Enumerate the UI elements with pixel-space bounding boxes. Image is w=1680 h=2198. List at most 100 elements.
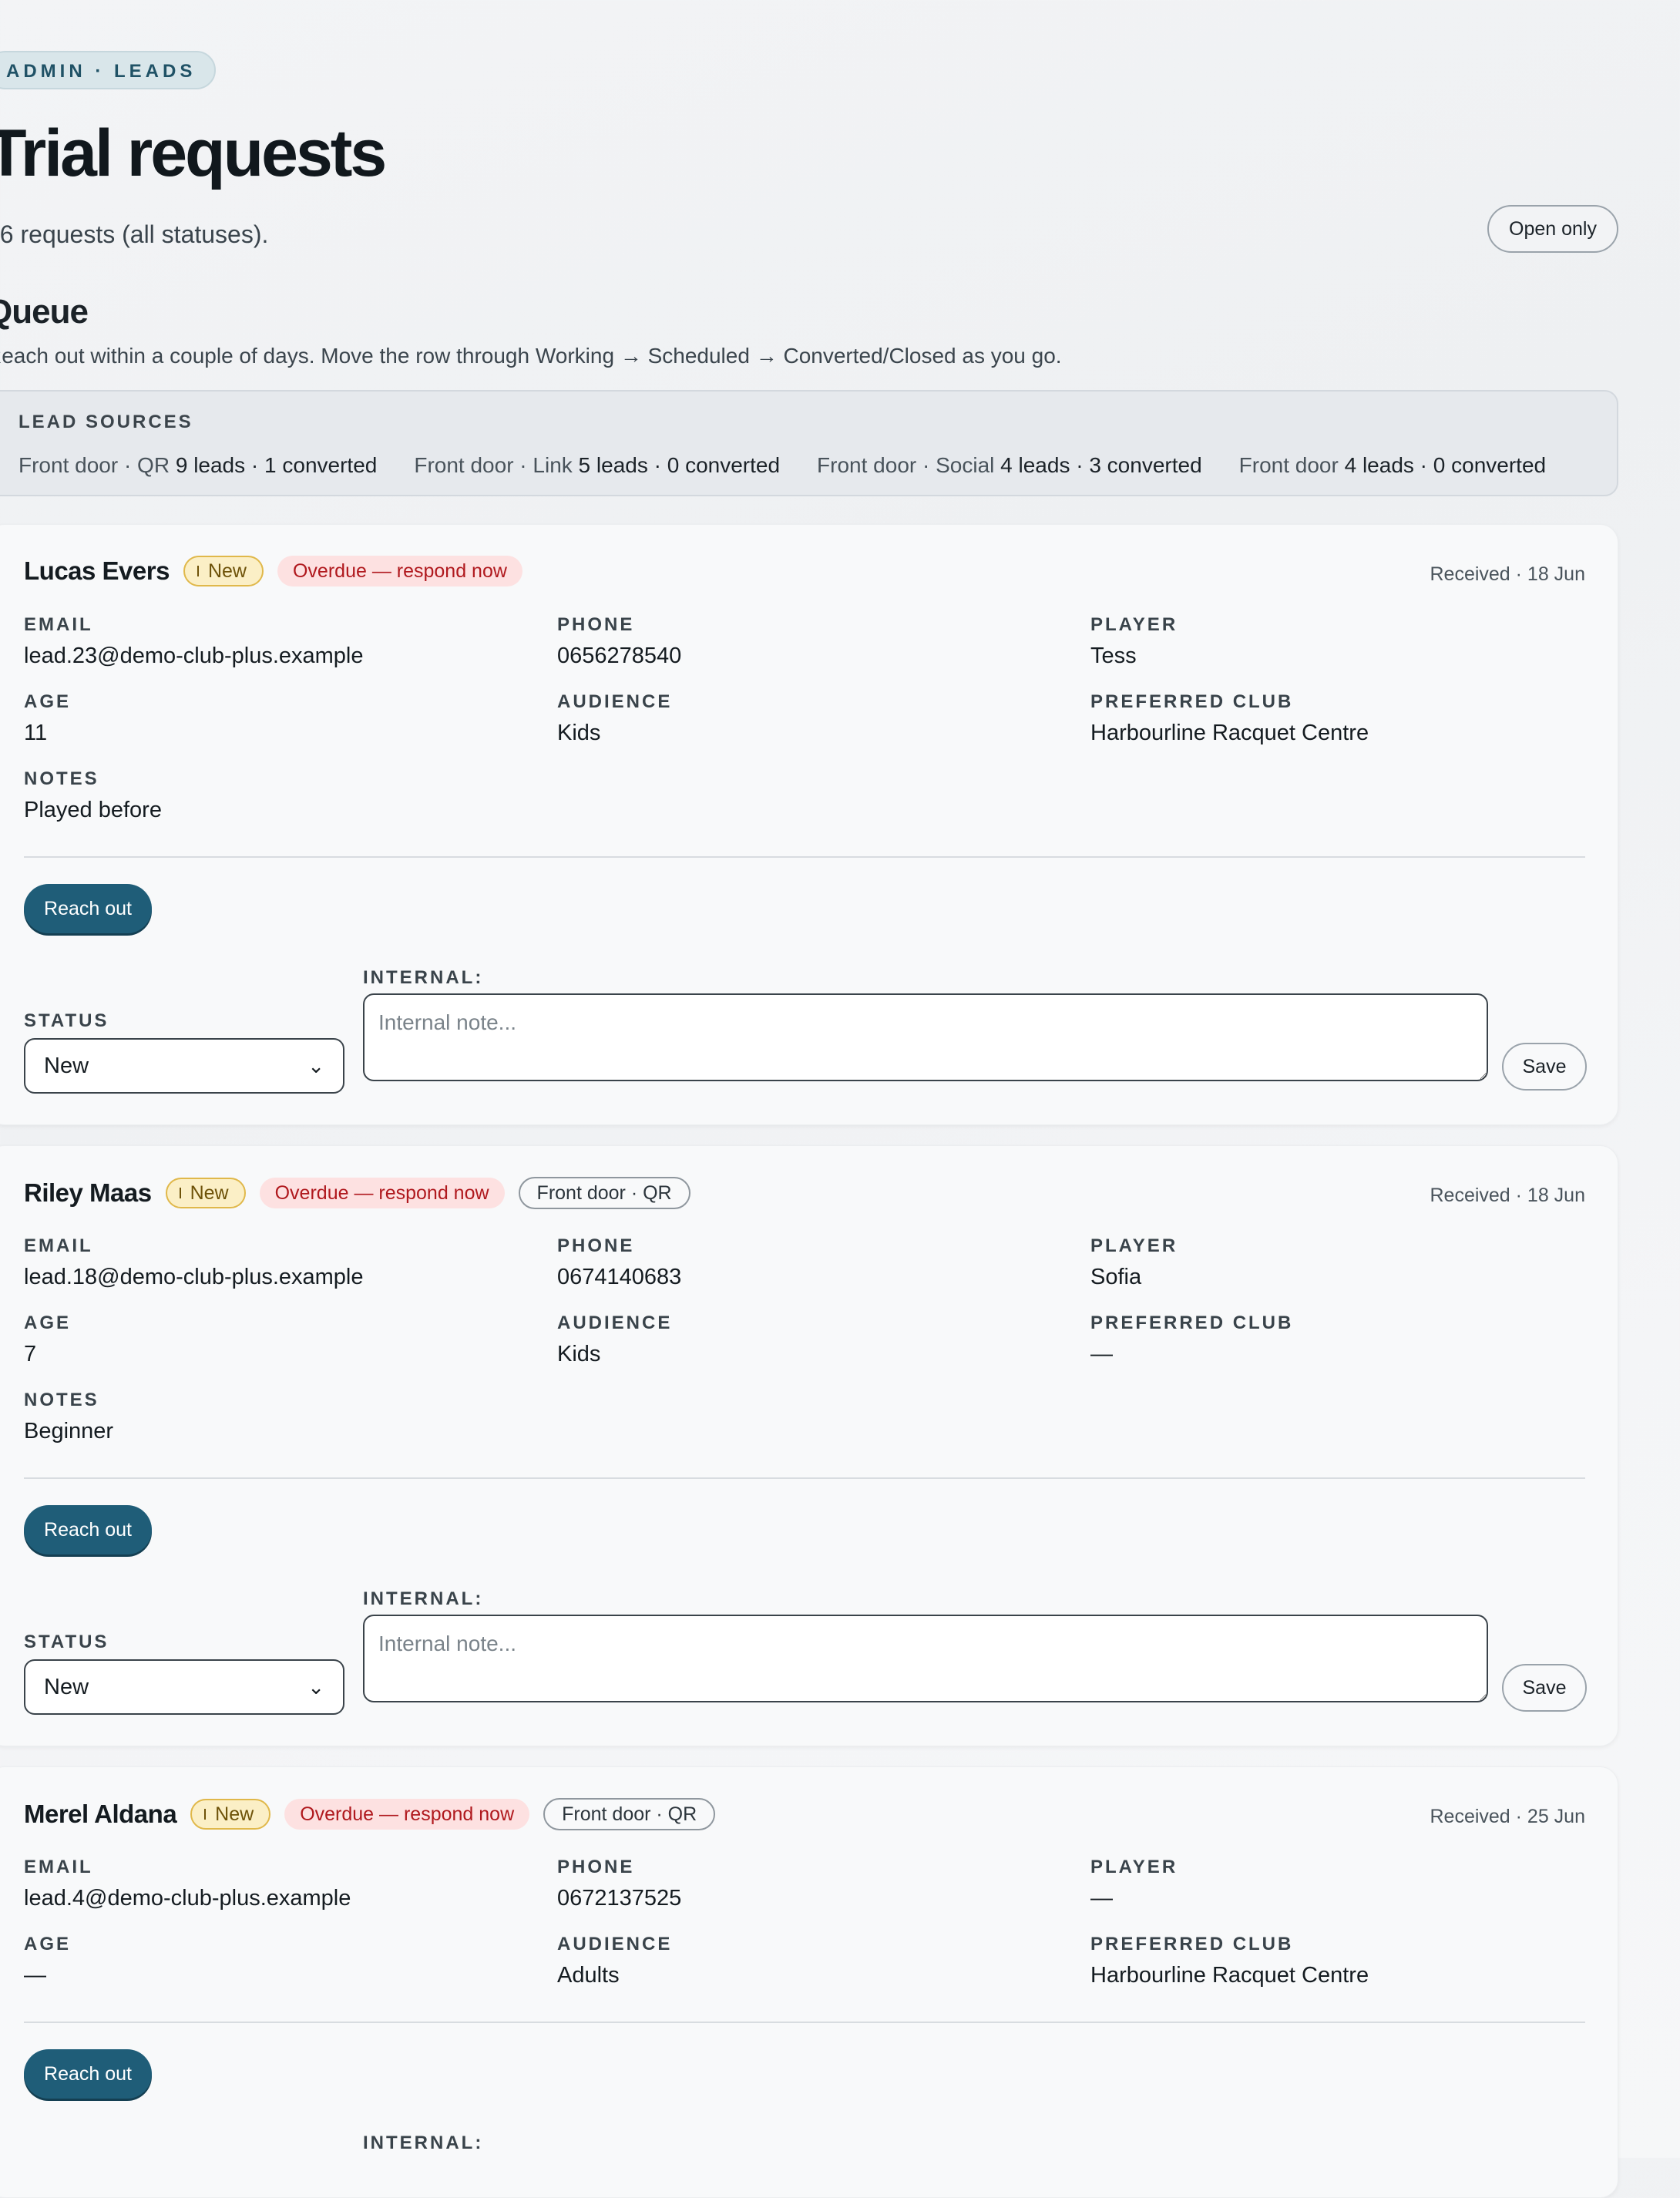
- lead-source-name: Front door · Social: [817, 453, 995, 477]
- age-value: 11: [24, 721, 48, 745]
- status-badge-new: New: [165, 1178, 246, 1208]
- audience-label: AUDIENCE: [557, 1312, 673, 1333]
- player-label: PLAYER: [1090, 614, 1178, 635]
- reach-out-button[interactable]: Reach out: [24, 1505, 152, 1554]
- phone-label: PHONE: [557, 1235, 635, 1256]
- queue-title: Queue: [0, 293, 89, 331]
- lead-source-item: Front door · Link 5 leads · 0 converted: [414, 453, 780, 478]
- internal-note-input[interactable]: [363, 1615, 1488, 1702]
- notes-label: NOTES: [24, 1390, 99, 1410]
- internal-note-label: INTERNAL:: [363, 967, 484, 988]
- card-divider: [24, 2022, 1585, 2023]
- notes-field-group: NOTES Beginner: [24, 1390, 113, 1444]
- lead-card-header: Riley Maas New Overdue — respond now Fro…: [24, 1177, 690, 1209]
- preferred-club-label: PREFERRED CLUB: [1090, 1312, 1294, 1333]
- preferred-club-field-group: PREFERRED CLUB Harbourline Racquet Centre: [1090, 691, 1369, 746]
- save-button[interactable]: Save: [1502, 1664, 1587, 1712]
- preferred-club-value: —: [1090, 1342, 1113, 1366]
- age-label: AGE: [24, 691, 72, 712]
- overdue-badge: Overdue — respond now: [277, 556, 522, 586]
- status-badge-new: New: [190, 1799, 271, 1830]
- player-value: —: [1090, 1886, 1113, 1911]
- open-only-button[interactable]: Open only: [1487, 205, 1618, 253]
- phone-value: 0672137525: [557, 1886, 682, 1911]
- chevron-down-icon: ⌄: [307, 1675, 324, 1699]
- player-field-group: PLAYER Sofia: [1090, 1235, 1178, 1290]
- phone-field-group: PHONE 0674140683: [557, 1235, 681, 1290]
- lead-sources-list: Front door · QR 9 leads · 1 converted Fr…: [18, 453, 1546, 478]
- audience-label: AUDIENCE: [557, 691, 673, 712]
- preferred-club-value: Harbourline Racquet Centre: [1090, 1963, 1369, 1988]
- chevron-down-icon: ⌄: [307, 1054, 324, 1077]
- received-date: Received · 18 Jun: [1430, 1185, 1585, 1206]
- player-value: Tess: [1090, 644, 1137, 668]
- lead-source-item: Front door · Social 4 leads · 3 converte…: [817, 453, 1202, 478]
- lead-card-header: Merel Aldana New Overdue — respond now F…: [24, 1798, 716, 1830]
- status-selected-value: New: [44, 1053, 89, 1078]
- lead-name: Riley Maas: [24, 1178, 152, 1207]
- received-date: Received · 25 Jun: [1430, 1806, 1585, 1827]
- phone-value: 0674140683: [557, 1265, 682, 1289]
- phone-label: PHONE: [557, 1857, 635, 1877]
- lead-card: Riley Maas New Overdue — respond now Fro…: [0, 1145, 1618, 1746]
- lead-source-name: Front door: [1238, 453, 1339, 477]
- reach-out-button[interactable]: Reach out: [24, 884, 152, 933]
- internal-note-label: INTERNAL:: [363, 1588, 484, 1609]
- internal-note-label: INTERNAL:: [363, 2132, 484, 2153]
- notes-value: Played before: [24, 798, 162, 822]
- audience-value: Kids: [557, 721, 601, 745]
- age-field-group: AGE 11: [24, 691, 71, 746]
- player-label: PLAYER: [1090, 1857, 1178, 1877]
- status-selected-value: New: [44, 1674, 89, 1699]
- notes-label: NOTES: [24, 768, 99, 789]
- lead-sources-panel: LEAD SOURCES Front door · QR 9 leads · 1…: [0, 390, 1618, 496]
- status-label: STATUS: [24, 1010, 109, 1031]
- preferred-club-label: PREFERRED CLUB: [1090, 1934, 1294, 1954]
- internal-note-input[interactable]: [363, 993, 1488, 1081]
- lead-source-item: Front door 4 leads · 0 converted: [1239, 453, 1546, 478]
- audience-value: Adults: [557, 1963, 620, 1988]
- request-count: 26 requests (all statuses).: [0, 220, 269, 248]
- preferred-club-label: PREFERRED CLUB: [1090, 691, 1294, 712]
- lead-source-stats: 4 leads · 0 converted: [1344, 453, 1547, 477]
- status-badge-label: New: [190, 1181, 229, 1204]
- new-indicator-icon: [204, 1809, 207, 1820]
- audience-field-group: AUDIENCE Kids: [557, 1312, 672, 1367]
- status-label: STATUS: [24, 1632, 109, 1652]
- lead-source-name: Front door · QR: [18, 453, 170, 477]
- save-button[interactable]: Save: [1502, 1043, 1587, 1091]
- status-badge-label: New: [215, 1803, 254, 1825]
- age-value: 7: [24, 1342, 37, 1366]
- card-divider: [24, 856, 1585, 858]
- phone-value: 0656278540: [557, 644, 682, 668]
- reach-out-button[interactable]: Reach out: [24, 2049, 152, 2099]
- queue-description: Reach out within a couple of days. Move …: [0, 344, 1062, 368]
- lead-source-stats: 4 leads · 3 converted: [1000, 453, 1202, 477]
- age-label: AGE: [24, 1312, 72, 1333]
- lead-card-header: Lucas Evers New Overdue — respond now: [24, 556, 522, 586]
- lead-source-item: Front door · QR 9 leads · 1 converted: [18, 453, 377, 478]
- age-value: —: [24, 1963, 46, 1988]
- preferred-club-value: Harbourline Racquet Centre: [1090, 721, 1369, 745]
- email-field-group: EMAIL lead.23@demo-club-plus.example: [24, 614, 364, 669]
- new-indicator-icon: [197, 566, 199, 576]
- notes-value: Beginner: [24, 1419, 114, 1443]
- age-field-group: AGE —: [24, 1934, 71, 1988]
- email-field-group: EMAIL lead.18@demo-club-plus.example: [24, 1235, 364, 1290]
- lead-name: Merel Aldana: [24, 1800, 177, 1828]
- player-label: PLAYER: [1090, 1235, 1178, 1256]
- page-title: Trial requests: [0, 116, 387, 190]
- age-label: AGE: [24, 1934, 72, 1954]
- audience-field-group: AUDIENCE Adults: [557, 1934, 672, 1988]
- lead-card: Lucas Evers New Overdue — respond now Re…: [0, 524, 1618, 1125]
- status-select[interactable]: New ⌄: [24, 1659, 344, 1715]
- email-label: EMAIL: [24, 614, 93, 635]
- phone-label: PHONE: [557, 614, 635, 635]
- status-select[interactable]: New ⌄: [24, 1038, 344, 1094]
- email-label: EMAIL: [24, 1857, 93, 1877]
- overdue-badge: Overdue — respond now: [284, 1799, 530, 1830]
- audience-field-group: AUDIENCE Kids: [557, 691, 672, 746]
- player-field-group: PLAYER Tess: [1090, 614, 1178, 669]
- lead-source-stats: 9 leads · 1 converted: [175, 453, 378, 477]
- phone-field-group: PHONE 0672137525: [557, 1857, 681, 1911]
